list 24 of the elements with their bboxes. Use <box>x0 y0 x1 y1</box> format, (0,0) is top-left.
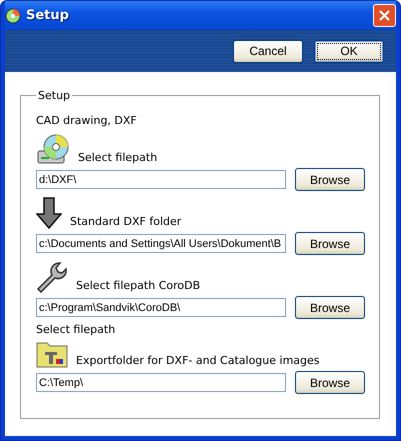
group-title: Setup <box>37 89 72 102</box>
field-label: Standard DXF folder <box>70 215 182 229</box>
field-label: Exportfolder for DXF- and Catalogue images <box>76 354 320 368</box>
field-label: Select filepath <box>78 151 158 165</box>
disc-drive-icon <box>36 133 70 165</box>
browse-button[interactable]: Browse <box>295 232 365 255</box>
section-heading: Select filepath <box>36 323 116 336</box>
browse-button[interactable]: Browse <box>295 168 365 191</box>
input-field[interactable]: d:\DXF\ <box>36 170 286 189</box>
field-label: Select filepath CoroDB <box>76 279 200 293</box>
input-field[interactable]: c:\Program\Sandvik\CoroDB\ <box>36 298 286 317</box>
cancel-button[interactable]: Cancel <box>233 40 303 62</box>
close-icon[interactable] <box>373 4 396 27</box>
browse-button[interactable]: Browse <box>295 371 365 394</box>
window-title: Setup <box>26 8 70 23</box>
app-icon <box>5 8 21 24</box>
wrench-icon <box>36 261 68 293</box>
ok-button[interactable]: OK <box>314 40 384 62</box>
group-heading: CAD drawing, DXF <box>36 114 138 127</box>
browse-button[interactable]: Browse <box>295 296 365 319</box>
down-arrow-icon <box>36 197 62 229</box>
input-field[interactable]: C:\Temp\ <box>36 373 286 392</box>
folder-tools-icon <box>36 340 68 368</box>
input-field[interactable]: c:\Documents and Settings\All Users\Dokument\B <box>36 234 286 253</box>
